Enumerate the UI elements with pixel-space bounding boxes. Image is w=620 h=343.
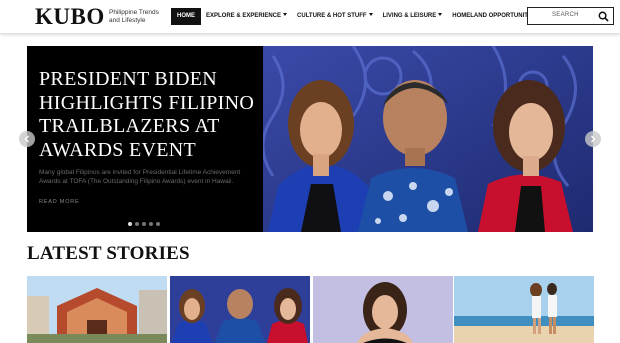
story-thumbnail[interactable]	[170, 276, 310, 343]
nav-item-label: HOMELAND OPPORTUNITIES	[452, 13, 538, 19]
caret-down-icon	[283, 13, 288, 16]
site-header: KUBO Philippine Trends and Lifestyle HOM…	[0, 0, 620, 34]
nav-item-label: HOME	[177, 13, 195, 19]
chevron-left-icon	[24, 135, 29, 143]
hero-image[interactable]	[263, 46, 593, 232]
hero-slider[interactable]: PRESIDENT BIDEN HIGHLIGHTS FILIPINO TRAI…	[27, 46, 593, 232]
caret-down-icon	[368, 13, 373, 16]
latest-stories-heading: LATEST STORIES	[27, 243, 190, 264]
story-thumbnail[interactable]	[313, 276, 453, 343]
story-image-portrait	[313, 276, 453, 343]
story-image-beach	[454, 276, 594, 343]
story-image-church	[27, 276, 167, 343]
slider-dot-active[interactable]	[128, 222, 132, 226]
chevron-right-icon	[591, 135, 596, 143]
slider-next-button[interactable]	[585, 131, 601, 147]
slider-dot[interactable]	[142, 222, 146, 226]
nav-item-living[interactable]: LIVING & LEISURE	[378, 8, 448, 25]
hero-title[interactable]: PRESIDENT BIDEN HIGHLIGHTS FILIPINO TRAI…	[39, 68, 261, 162]
search-placeholder: SEARCH	[552, 12, 579, 18]
read-more-link[interactable]: READ MORE	[39, 199, 80, 205]
slider-dots	[128, 222, 160, 226]
slider-dot[interactable]	[149, 222, 153, 226]
slider-prev-button[interactable]	[19, 131, 35, 147]
nav-item-label: LIVING & LEISURE	[382, 13, 437, 19]
caret-down-icon	[438, 13, 443, 16]
story-image-awardees	[170, 276, 310, 343]
nav-item-label: EXPLORE & EXPERIENCE	[206, 13, 282, 19]
slider-dot[interactable]	[135, 222, 139, 226]
hero-photo-illustration	[263, 46, 593, 232]
search-icon[interactable]	[598, 11, 609, 22]
site-tagline: Philippine Trends and Lifestyle	[109, 9, 159, 24]
site-logo[interactable]: KUBO	[35, 5, 105, 29]
story-thumbnail[interactable]	[454, 276, 594, 343]
nav-item-label: CULTURE & HOT STUFF	[297, 13, 367, 19]
nav-item-culture[interactable]: CULTURE & HOT STUFF	[292, 8, 378, 25]
nav-item-home[interactable]: HOME	[171, 8, 201, 25]
main-nav: HOME EXPLORE & EXPERIENCE CULTURE & HOT …	[171, 8, 549, 25]
search-input[interactable]: SEARCH	[527, 7, 614, 25]
slider-dot[interactable]	[156, 222, 160, 226]
story-thumbnail[interactable]	[27, 276, 167, 343]
nav-item-explore[interactable]: EXPLORE & EXPERIENCE	[201, 8, 292, 25]
hero-excerpt: Many global Filipinos are invited for Pr…	[39, 169, 241, 185]
